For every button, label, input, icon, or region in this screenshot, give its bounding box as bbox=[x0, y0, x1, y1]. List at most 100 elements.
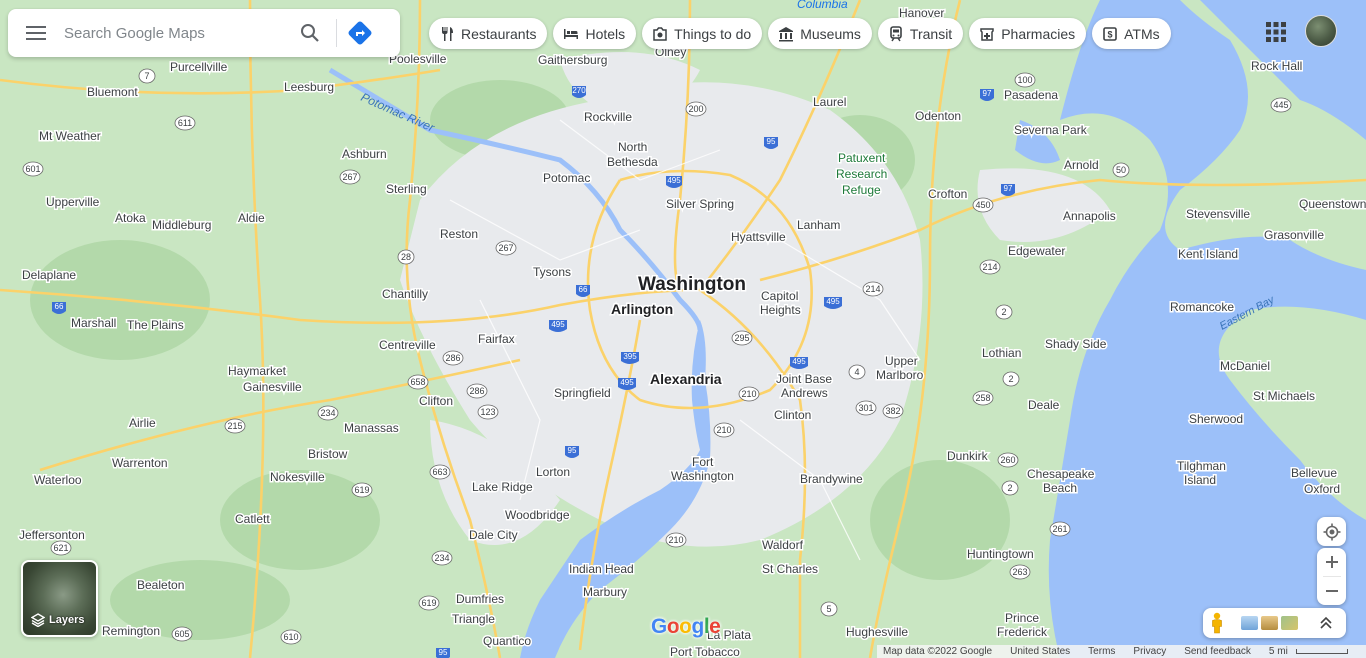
layers-button[interactable]: Layers bbox=[21, 560, 98, 637]
chip-pharmacies[interactable]: Pharmacies bbox=[969, 18, 1087, 49]
privacy-link[interactable]: Privacy bbox=[1133, 646, 1166, 657]
svg-text:Capitol: Capitol bbox=[761, 289, 798, 303]
svg-text:621: 621 bbox=[53, 543, 68, 553]
map-type-thumbnails bbox=[1241, 616, 1298, 630]
search-box bbox=[8, 9, 400, 57]
svg-text:Gainesville: Gainesville bbox=[243, 380, 302, 394]
pegman-icon bbox=[1212, 612, 1222, 634]
terms-link[interactable]: Terms bbox=[1088, 646, 1115, 657]
svg-text:95: 95 bbox=[767, 137, 776, 146]
map-footer: Map data ©2022 Google United States Term… bbox=[877, 645, 1366, 658]
chip-atms[interactable]: $ ATMs bbox=[1092, 18, 1171, 49]
svg-text:66: 66 bbox=[579, 285, 588, 294]
svg-text:450: 450 bbox=[975, 200, 990, 210]
svg-text:Chantilly: Chantilly bbox=[382, 287, 428, 301]
label-arlington: Arlington bbox=[611, 301, 673, 317]
svg-text:619: 619 bbox=[354, 485, 369, 495]
svg-text:Sterling: Sterling bbox=[386, 182, 427, 196]
svg-text:Deale: Deale bbox=[1028, 398, 1060, 412]
svg-text:Leesburg: Leesburg bbox=[284, 80, 334, 94]
zoom-out-button[interactable] bbox=[1317, 577, 1346, 605]
svg-text:Bethesda: Bethesda bbox=[607, 155, 658, 169]
chip-hotels[interactable]: Hotels bbox=[553, 18, 637, 49]
svg-text:295: 295 bbox=[734, 333, 749, 343]
chip-restaurants[interactable]: Restaurants bbox=[429, 18, 548, 49]
camera-icon bbox=[653, 26, 667, 41]
svg-text:Bealeton: Bealeton bbox=[137, 578, 184, 592]
svg-text:St Charles: St Charles bbox=[762, 562, 818, 576]
traffic-thumbnail[interactable] bbox=[1281, 616, 1298, 630]
layers-label: Layers bbox=[49, 614, 85, 626]
svg-text:Clinton: Clinton bbox=[774, 408, 811, 422]
chip-label: Hotels bbox=[585, 25, 626, 42]
svg-text:Lake Ridge: Lake Ridge bbox=[472, 480, 533, 494]
svg-text:Heights: Heights bbox=[760, 303, 801, 317]
svg-text:Bellevue: Bellevue bbox=[1291, 466, 1337, 480]
svg-text:Edgewater: Edgewater bbox=[1008, 244, 1065, 258]
bed-icon bbox=[564, 28, 579, 39]
svg-text:Fairfax: Fairfax bbox=[478, 332, 515, 346]
svg-text:Beach: Beach bbox=[1043, 481, 1077, 495]
svg-text:Dunkirk: Dunkirk bbox=[947, 449, 989, 463]
chip-things-to-do[interactable]: Things to do bbox=[642, 18, 763, 49]
svg-text:Dumfries: Dumfries bbox=[456, 592, 504, 606]
svg-text:Atoka: Atoka bbox=[115, 211, 146, 225]
svg-text:Hughesville: Hughesville bbox=[846, 625, 908, 639]
google-logo: Google bbox=[651, 615, 721, 638]
svg-text:605: 605 bbox=[174, 629, 189, 639]
svg-text:210: 210 bbox=[716, 425, 731, 435]
svg-text:258: 258 bbox=[975, 393, 990, 403]
chip-label: Museums bbox=[800, 25, 861, 42]
svg-text:301: 301 bbox=[858, 403, 873, 413]
svg-text:Frederick: Frederick bbox=[997, 625, 1048, 639]
directions-button[interactable] bbox=[337, 13, 383, 53]
svg-text:619: 619 bbox=[421, 598, 436, 608]
apps-button[interactable] bbox=[1262, 18, 1290, 46]
send-feedback-link[interactable]: Send feedback bbox=[1184, 646, 1251, 657]
svg-text:Chesapeake: Chesapeake bbox=[1027, 467, 1095, 481]
svg-text:Pasadena: Pasadena bbox=[1004, 88, 1058, 102]
svg-text:214: 214 bbox=[982, 262, 997, 272]
svg-text:Bluemont: Bluemont bbox=[87, 85, 138, 99]
pegman-button[interactable] bbox=[1203, 608, 1231, 638]
svg-text:Warrenton: Warrenton bbox=[112, 456, 168, 470]
zoom-in-button[interactable] bbox=[1317, 548, 1346, 576]
svg-text:Columbia: Columbia bbox=[797, 0, 848, 11]
scale-bar[interactable] bbox=[1295, 649, 1348, 654]
svg-text:2: 2 bbox=[1001, 307, 1006, 317]
svg-text:214: 214 bbox=[865, 284, 880, 294]
svg-text:215: 215 bbox=[227, 421, 242, 431]
svg-text:Island: Island bbox=[1184, 473, 1216, 487]
svg-text:7: 7 bbox=[144, 71, 149, 81]
svg-text:95: 95 bbox=[439, 648, 448, 657]
chip-museums[interactable]: Museums bbox=[768, 18, 872, 49]
my-location-button[interactable] bbox=[1317, 517, 1346, 546]
country-link[interactable]: United States bbox=[1010, 646, 1070, 657]
svg-text:495: 495 bbox=[792, 357, 806, 366]
map-canvas[interactable]: Washington Arlington Alexandria Potomac … bbox=[0, 0, 1366, 658]
chip-transit[interactable]: Transit bbox=[877, 18, 964, 49]
svg-text:445: 445 bbox=[1273, 100, 1288, 110]
terrain-thumbnail[interactable] bbox=[1261, 616, 1278, 630]
svg-text:Tysons: Tysons bbox=[533, 265, 571, 279]
svg-text:Silver Spring: Silver Spring bbox=[666, 197, 734, 211]
search-input[interactable] bbox=[64, 13, 284, 53]
expand-button[interactable] bbox=[1316, 613, 1336, 633]
svg-text:Airlie: Airlie bbox=[129, 416, 156, 430]
satellite-thumbnail[interactable] bbox=[1241, 616, 1258, 630]
svg-text:Marshall: Marshall bbox=[71, 316, 116, 330]
svg-text:Potomac: Potomac bbox=[543, 171, 590, 185]
menu-button[interactable] bbox=[8, 9, 64, 57]
search-button[interactable] bbox=[290, 13, 330, 53]
svg-text:Upper: Upper bbox=[885, 354, 918, 368]
svg-text:Kent Island: Kent Island bbox=[1178, 247, 1238, 261]
svg-text:Andrews: Andrews bbox=[781, 386, 828, 400]
svg-text:Marbury: Marbury bbox=[583, 585, 627, 599]
svg-text:Lothian: Lothian bbox=[982, 346, 1021, 360]
account-avatar[interactable] bbox=[1305, 15, 1337, 47]
svg-text:$: $ bbox=[1108, 29, 1113, 39]
svg-text:St Michaels: St Michaels bbox=[1253, 389, 1315, 403]
scale-label[interactable]: 5 mi bbox=[1269, 646, 1288, 657]
svg-text:Queenstown: Queenstown bbox=[1299, 197, 1366, 211]
category-chips: Restaurants Hotels Things to do Museums … bbox=[429, 18, 1171, 49]
